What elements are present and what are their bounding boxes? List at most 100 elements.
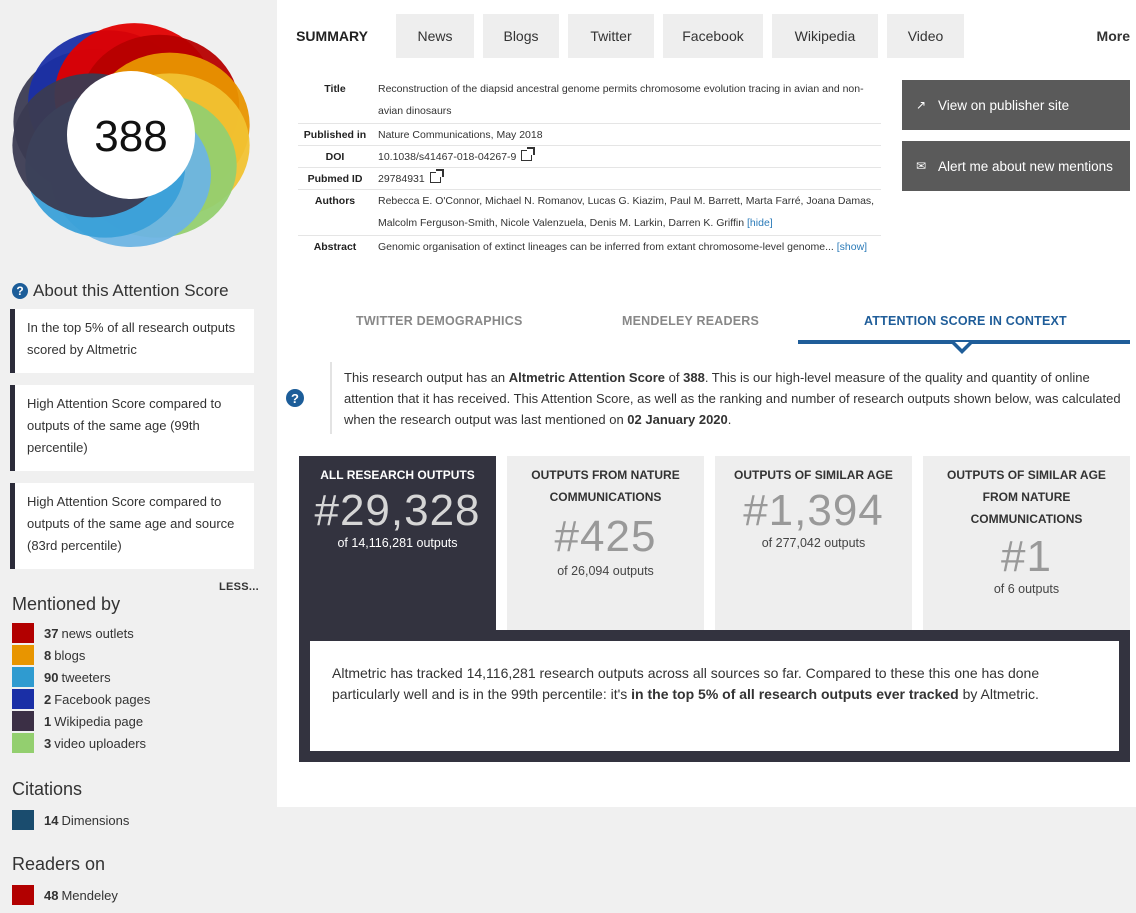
pubmed-link[interactable]: 29784931 [378,173,425,185]
abstract-value: Genomic organisation of extinct lineages… [372,236,881,282]
mentioned-by-item[interactable]: 3 video uploaders [12,733,146,753]
rank-box-total: of 6 outputs [993,582,1060,596]
doi-link[interactable]: 10.1038/s41467-018-04267-9 [378,151,516,163]
view-publisher-button[interactable]: ↗ View on publisher site [902,80,1130,130]
tab-bar: SUMMARY News Blogs Twitter Facebook Wiki… [277,14,1136,58]
rank-box-all-outputs[interactable]: ALL RESEARCH OUTPUTS #29,328 of 14,116,2… [299,456,496,630]
abstract-text: Genomic organisation of extinct lineages… [378,241,834,253]
less-link[interactable]: LESS... [219,581,259,593]
summary-text-bold: in the top 5% of all research outputs ev… [631,686,959,702]
tab-news[interactable]: News [396,14,474,58]
tab-blogs[interactable]: Blogs [483,14,559,58]
legend-label: Dimensions [61,812,130,828]
legend-swatch [12,645,34,665]
legend-count: 1 [44,713,52,729]
rank-box-journal[interactable]: OUTPUTS FROM NATURE COMMUNICATIONS #425 … [507,456,704,630]
tab-video[interactable]: Video [887,14,964,58]
rank-box-total: of 14,116,281 outputs [337,536,458,550]
mentioned-by-item[interactable]: 2 Facebook pages [12,689,150,709]
rank-box-total: of 277,042 outputs [761,536,866,550]
rank-box-heading: OUTPUTS OF SIMILAR AGE [734,468,893,482]
citations-item[interactable]: 14 Dimensions [12,810,129,830]
legend-count: 2 [44,691,52,707]
legend-swatch [12,885,34,905]
legend-swatch [12,733,34,753]
readers-item[interactable]: 48 Mendeley [12,885,118,905]
about-score-heading-text: About this Attention Score [33,281,229,300]
legend-count: 37 [44,625,59,641]
legend-count: 14 [44,812,59,828]
rank-box-number: #425 [554,512,657,561]
context-text-bold: Altmetric Attention Score [508,370,666,385]
authors-text: Rebecca E. O'Connor, Michael N. Romanov,… [378,195,875,229]
about-score-heading[interactable]: ? About this Attention Score [12,281,229,301]
mentioned-by-item[interactable]: 1 Wikipedia page [12,711,143,731]
legend-swatch [12,623,34,643]
context-text-bold: 02 January 2020 [627,412,728,427]
context-description: This research output has an Altmetric At… [344,367,1134,430]
doi-value: 10.1038/s41467-018-04267-9 [372,146,881,167]
article-title: Reconstruction of the diapsid ancestral … [378,83,864,117]
legend-label: news outlets [61,625,134,641]
published-in: Nature Communications, May 2018 [378,129,543,141]
rank-box-heading: ALL RESEARCH OUTPUTS [320,468,475,482]
tab-wikipedia[interactable]: Wikipedia [772,14,878,58]
tab-more[interactable]: More [1057,14,1136,58]
legend-count: 8 [44,647,52,663]
rank-box-number: #1 [1001,532,1052,581]
external-link-icon[interactable] [521,147,536,161]
detail-row-doi: DOI 10.1038/s41467-018-04267-9 [298,146,881,168]
authors-value: Rebecca E. O'Connor, Michael N. Romanov,… [372,190,881,235]
view-publisher-label: View on publisher site [938,97,1070,113]
authors-hide-link[interactable]: [hide] [747,217,773,229]
mentioned-by-item[interactable]: 37 news outlets [12,623,134,643]
question-icon: ? [12,283,28,299]
rank-box-similar-age-journal[interactable]: OUTPUTS OF SIMILAR AGE FROM NATURE COMMU… [923,456,1130,630]
external-link-icon[interactable] [429,169,444,183]
mentioned-by-item[interactable]: 8 blogs [12,645,85,665]
rank-box-number: #1,394 [743,486,884,535]
tab-summary[interactable]: SUMMARY [277,14,387,58]
rank-box-similar-age[interactable]: OUTPUTS OF SIMILAR AGE #1,394 of 277,042… [715,456,912,630]
attention-score-donut[interactable]: 388 [8,10,254,260]
score-card-same-age: High Attention Score compared to outputs… [10,385,254,471]
pubmed-value: 29784931 [372,168,881,189]
tab-twitter[interactable]: Twitter [568,14,654,58]
detail-row-title: Title Reconstruction of the diapsid ance… [298,78,881,124]
score-card-same-age-source: High Attention Score compared to outputs… [10,483,254,569]
summary-text-part: by Altmetric. [958,686,1039,702]
external-link-icon: ↗ [916,98,927,112]
legend-swatch [12,689,34,709]
rank-box-heading: OUTPUTS FROM NATURE COMMUNICATIONS [531,468,680,504]
rank-box-number: #29,328 [314,486,481,535]
rank-box-heading: OUTPUTS OF SIMILAR AGE FROM NATURE COMMU… [947,468,1106,526]
legend-label: Facebook pages [54,691,151,707]
detail-row-published: Published in Nature Communications, May … [298,124,881,146]
alert-mentions-label: Alert me about new mentions [938,158,1113,174]
subtab-twitter-demographics[interactable]: TWITTER DEMOGRAPHICS [356,314,523,328]
citations-title: Citations [12,779,83,799]
detail-label: Pubmed ID [307,173,363,185]
context-divider [330,362,332,434]
abstract-show-link[interactable]: [show] [837,241,867,253]
subtab-attention-context[interactable]: ATTENTION SCORE IN CONTEXT [864,314,1067,328]
legend-swatch [12,667,34,687]
context-text-part: . [727,412,732,427]
legend-label: Mendeley [61,887,118,903]
legend-label: tweeters [61,669,111,685]
subtab-active-caret [952,342,972,354]
legend-count: 3 [44,735,52,751]
detail-label: Authors [314,195,356,207]
context-text-part: of [665,370,684,385]
alert-mentions-button[interactable]: ✉ Alert me about new mentions [902,141,1130,191]
rank-box-total: of 26,094 outputs [557,564,654,578]
mentioned-by-item[interactable]: 90 tweeters [12,667,111,687]
question-icon[interactable]: ? [286,389,304,407]
legend-swatch [12,810,34,830]
detail-label: DOI [325,151,345,163]
context-text-bold: 388 [683,370,705,385]
tab-facebook[interactable]: Facebook [663,14,763,58]
detail-row-abstract: Abstract Genomic organisation of extinct… [298,236,881,282]
legend-label: video uploaders [54,735,147,751]
subtab-mendeley-readers[interactable]: MENDELEY READERS [622,314,759,328]
